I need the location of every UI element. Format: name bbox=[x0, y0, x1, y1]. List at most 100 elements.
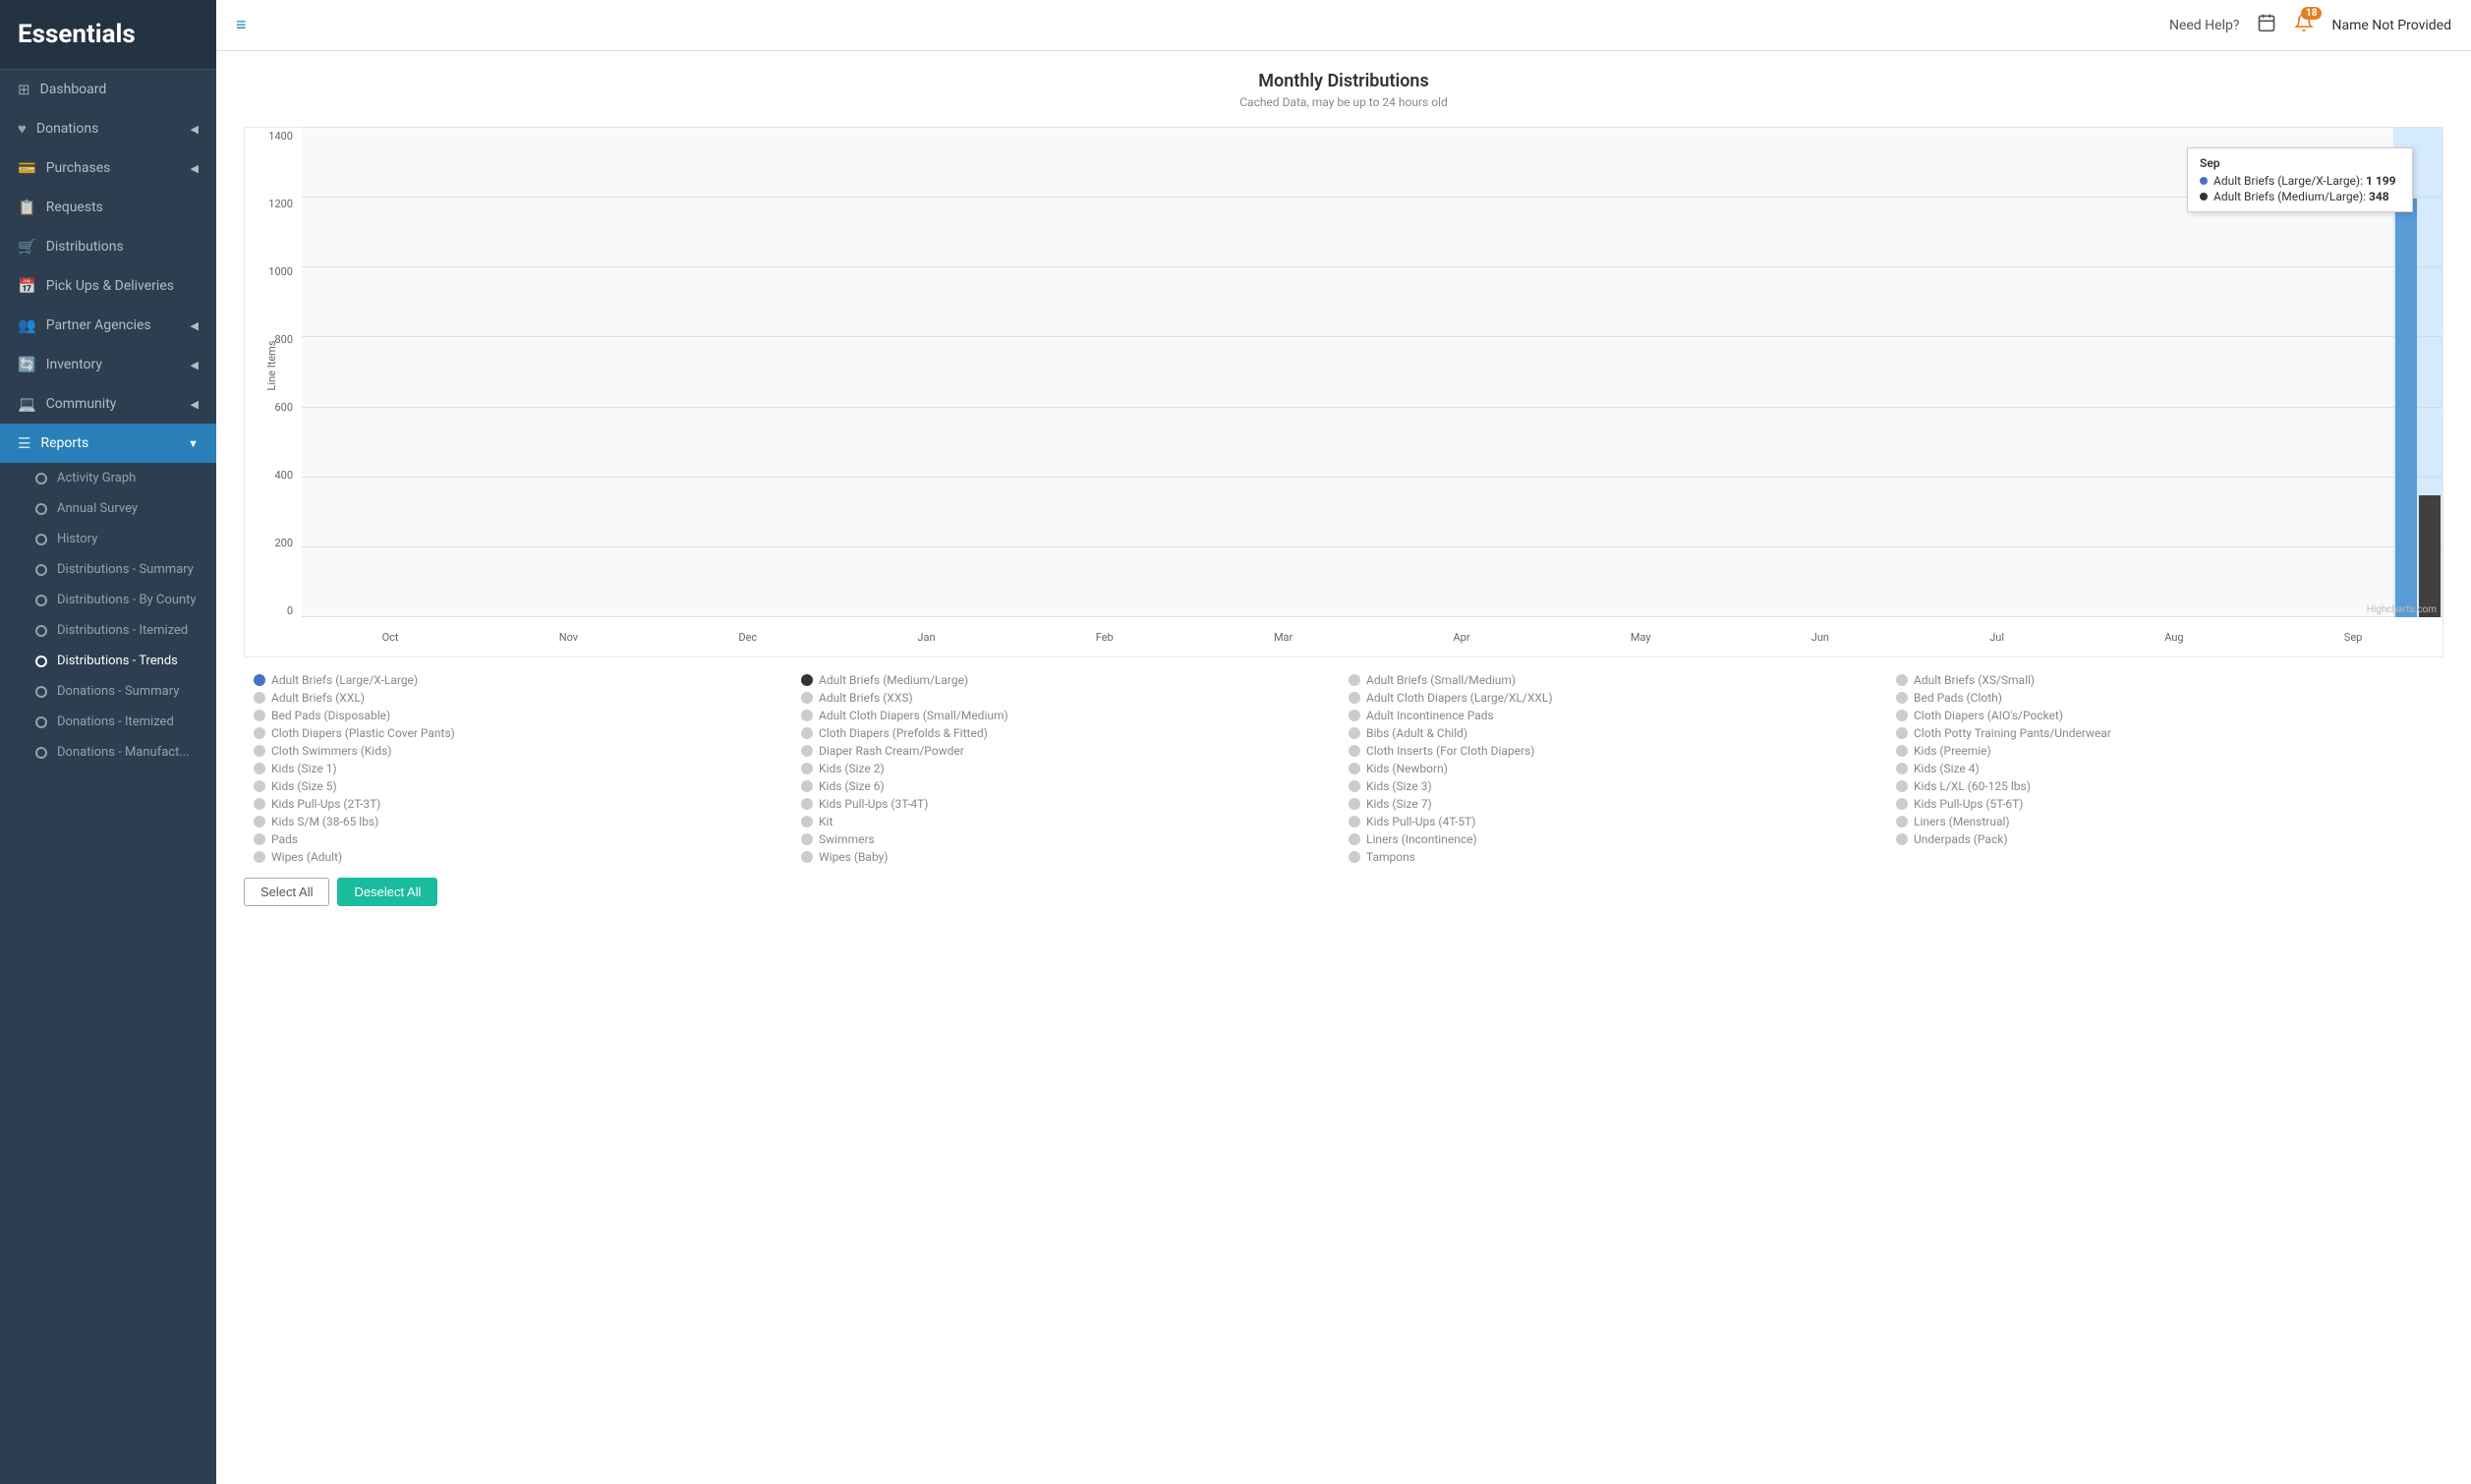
sidebar-item-reports[interactable]: ☰ Reports ▼ bbox=[0, 424, 216, 463]
legend-item[interactable]: Tampons bbox=[1349, 850, 1886, 864]
legend-item[interactable]: Cloth Diapers (Prefolds & Fitted) bbox=[801, 726, 1339, 740]
legend-label: Cloth Diapers (AIO's/Pocket) bbox=[1914, 709, 2063, 722]
legend-item[interactable]: Cloth Diapers (Plastic Cover Pants) bbox=[254, 726, 791, 740]
legend-dot bbox=[1896, 780, 1908, 792]
tooltip-text-1: Adult Briefs (Large/X-Large): 1 199 bbox=[2213, 174, 2396, 188]
legend-item[interactable]: Cloth Potty Training Pants/Underwear bbox=[1896, 726, 2434, 740]
sidebar-item-dist-summary[interactable]: Distributions - Summary bbox=[0, 554, 216, 585]
legend-item[interactable]: Wipes (Adult) bbox=[254, 850, 791, 864]
legend-item[interactable]: Pads bbox=[254, 832, 791, 846]
x-label-aug: Aug bbox=[2164, 631, 2183, 644]
legend-item[interactable]: Adult Briefs (XXS) bbox=[801, 691, 1339, 705]
legend-item[interactable]: Liners (Incontinence) bbox=[1349, 832, 1886, 846]
legend-item[interactable]: Adult Cloth Diapers (Large/XL/XXL) bbox=[1349, 691, 1886, 705]
sidebar-item-dist-itemized[interactable]: Distributions - Itemized bbox=[0, 615, 216, 646]
sidebar-item-pickups[interactable]: 📅 Pick Ups & Deliveries bbox=[0, 266, 216, 306]
legend-item[interactable]: Kit bbox=[801, 815, 1339, 828]
legend-item[interactable]: Kids Pull-Ups (2T-3T) bbox=[254, 797, 791, 811]
sidebar-item-requests[interactable]: 📋 Requests bbox=[0, 188, 216, 227]
sidebar-item-label: Inventory bbox=[46, 357, 102, 372]
legend-label: Tampons bbox=[1366, 850, 1415, 864]
legend-item[interactable]: Swimmers bbox=[801, 832, 1339, 846]
legend-label: Pads bbox=[271, 832, 298, 846]
sidebar-item-donations-summary[interactable]: Donations - Summary bbox=[0, 676, 216, 707]
sidebar-item-donations-itemized[interactable]: Donations - Itemized bbox=[0, 707, 216, 737]
sidebar-item-dist-trends[interactable]: Distributions - Trends bbox=[0, 646, 216, 676]
sidebar-item-donations-manufact[interactable]: Donations - Manufact... bbox=[0, 737, 216, 768]
notification-button[interactable]: 18 bbox=[2294, 13, 2314, 37]
legend-item[interactable]: Kids (Size 7) bbox=[1349, 797, 1886, 811]
x-label-apr: Apr bbox=[1454, 631, 1470, 644]
deselect-all-button[interactable]: Deselect All bbox=[337, 878, 437, 906]
legend-item[interactable]: Bed Pads (Disposable) bbox=[254, 709, 791, 722]
chart-title: Monthly Distributions bbox=[244, 71, 2443, 91]
sidebar-item-dist-county[interactable]: Distributions - By County bbox=[0, 585, 216, 615]
pickups-icon: 📅 bbox=[18, 277, 36, 295]
legend-label: Bibs (Adult & Child) bbox=[1366, 726, 1467, 740]
hamburger-icon[interactable]: ≡ bbox=[236, 15, 247, 35]
legend-item[interactable]: Kids (Size 3) bbox=[1349, 779, 1886, 793]
tooltip-text-2: Adult Briefs (Medium/Large): 348 bbox=[2213, 190, 2389, 203]
sidebar-item-history[interactable]: History bbox=[0, 524, 216, 554]
legend-item[interactable]: Diaper Rash Cream/Powder bbox=[801, 744, 1339, 758]
sidebar-item-inventory[interactable]: 🔄 Inventory ◀ bbox=[0, 345, 216, 384]
sidebar-item-partner-agencies[interactable]: 👥 Partner Agencies ◀ bbox=[0, 306, 216, 345]
legend-item[interactable]: Kids Pull-Ups (3T-4T) bbox=[801, 797, 1339, 811]
legend-item[interactable]: Kids S/M (38-65 lbs) bbox=[254, 815, 791, 828]
legend-item[interactable]: Adult Briefs (XXL) bbox=[254, 691, 791, 705]
community-icon: 💻 bbox=[18, 395, 36, 413]
help-link[interactable]: Need Help? bbox=[2169, 18, 2240, 33]
legend-item[interactable]: Bed Pads (Cloth) bbox=[1896, 691, 2434, 705]
legend-item[interactable]: Kids Pull-Ups (5T-6T) bbox=[1896, 797, 2434, 811]
legend-item[interactable]: Wipes (Baby) bbox=[801, 850, 1339, 864]
y-label-1400: 1400 bbox=[245, 130, 293, 143]
legend-item[interactable]: Kids (Newborn) bbox=[1349, 762, 1886, 775]
sidebar-item-donations[interactable]: ♥ Donations ◀ bbox=[0, 109, 216, 148]
legend-dot bbox=[801, 798, 813, 810]
calendar-button[interactable] bbox=[2257, 13, 2276, 37]
legend-item[interactable]: Cloth Inserts (For Cloth Diapers) bbox=[1349, 744, 1886, 758]
legend-item[interactable]: Kids (Size 6) bbox=[801, 779, 1339, 793]
legend-item[interactable]: Adult Briefs (XS/Small) bbox=[1896, 673, 2434, 687]
sidebar-item-annual-survey[interactable]: Annual Survey bbox=[0, 493, 216, 524]
legend-dot bbox=[801, 692, 813, 704]
sidebar-item-activity-graph[interactable]: Activity Graph bbox=[0, 463, 216, 493]
legend-item[interactable]: Liners (Menstrual) bbox=[1896, 815, 2434, 828]
chevron-icon: ◀ bbox=[191, 123, 199, 136]
legend-item[interactable]: Kids Pull-Ups (4T-5T) bbox=[1349, 815, 1886, 828]
legend-item[interactable]: Cloth Diapers (AIO's/Pocket) bbox=[1896, 709, 2434, 722]
username-display[interactable]: Name Not Provided bbox=[2331, 18, 2451, 33]
legend-item[interactable]: Adult Incontinence Pads bbox=[1349, 709, 1886, 722]
legend-item[interactable]: Underpads (Pack) bbox=[1896, 832, 2434, 846]
legend-dot bbox=[1896, 798, 1908, 810]
legend-item[interactable]: Adult Briefs (Small/Medium) bbox=[1349, 673, 1886, 687]
legend-dot bbox=[1349, 710, 1360, 721]
legend-item[interactable]: Kids (Size 4) bbox=[1896, 762, 2434, 775]
tooltip-dot-2 bbox=[2200, 193, 2208, 200]
legend-item[interactable]: Bibs (Adult & Child) bbox=[1349, 726, 1886, 740]
legend-item[interactable]: Adult Briefs (Large/X-Large) bbox=[254, 673, 791, 687]
legend-label: Cloth Inserts (For Cloth Diapers) bbox=[1366, 744, 1534, 758]
legend-item[interactable]: Kids (Size 5) bbox=[254, 779, 791, 793]
legend-dot bbox=[801, 833, 813, 845]
legend-dot bbox=[254, 745, 265, 757]
legend-dot bbox=[254, 674, 265, 686]
legend-label: Wipes (Adult) bbox=[271, 850, 342, 864]
legend-item[interactable]: Kids (Size 2) bbox=[801, 762, 1339, 775]
legend-label: Kids Pull-Ups (3T-4T) bbox=[819, 797, 928, 811]
sidebar-item-purchases[interactable]: 💳 Purchases ◀ bbox=[0, 148, 216, 188]
legend-item[interactable]: Kids (Preemie) bbox=[1896, 744, 2434, 758]
legend-item[interactable]: Kids L/XL (60-125 lbs) bbox=[1896, 779, 2434, 793]
legend-item[interactable]: Cloth Swimmers (Kids) bbox=[254, 744, 791, 758]
legend-label: Diaper Rash Cream/Powder bbox=[819, 744, 964, 758]
legend-item[interactable]: Adult Briefs (Medium/Large) bbox=[801, 673, 1339, 687]
sidebar-item-distributions[interactable]: 🛒 Distributions bbox=[0, 227, 216, 266]
legend-label: Kids (Size 1) bbox=[271, 762, 337, 775]
select-all-button[interactable]: Select All bbox=[244, 878, 329, 906]
legend-item[interactable]: Adult Cloth Diapers (Small/Medium) bbox=[801, 709, 1339, 722]
legend-label: Kids (Size 4) bbox=[1914, 762, 1980, 775]
sidebar-item-dashboard[interactable]: ⊞ Dashboard bbox=[0, 70, 216, 109]
legend-item[interactable]: Kids (Size 1) bbox=[254, 762, 791, 775]
sidebar-item-community[interactable]: 💻 Community ◀ bbox=[0, 384, 216, 424]
legend-label: Liners (Incontinence) bbox=[1366, 832, 1477, 846]
